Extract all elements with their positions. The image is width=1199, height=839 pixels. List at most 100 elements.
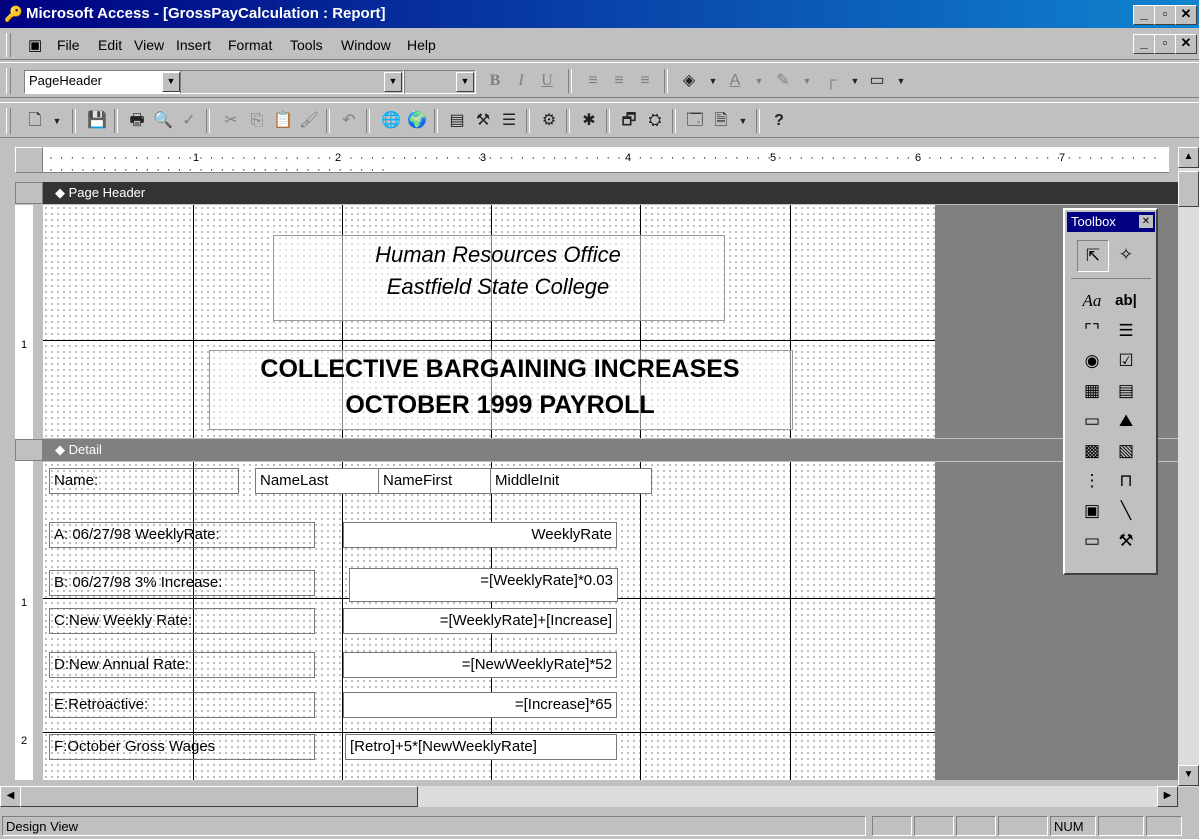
- field-list-icon[interactable]: ▤: [444, 108, 470, 134]
- paste-icon[interactable]: 📋: [270, 108, 296, 134]
- command-button-icon[interactable]: ▭: [1077, 406, 1107, 436]
- vertical-scrollbar[interactable]: ▲ ▼: [1178, 147, 1199, 787]
- copy-icon[interactable]: ⎘: [244, 108, 270, 134]
- menu-format[interactable]: Format: [228, 37, 272, 53]
- font-size-combo[interactable]: ▼: [404, 70, 476, 94]
- section-selector[interactable]: [15, 182, 43, 204]
- ruler-corner[interactable]: [15, 147, 43, 173]
- horizontal-scrollbar[interactable]: ◀ ▶: [0, 786, 1178, 807]
- subform-icon[interactable]: ▣: [1077, 496, 1107, 526]
- underline-icon[interactable]: U: [534, 68, 560, 94]
- text-box-icon[interactable]: ab|: [1111, 286, 1141, 316]
- menu-tools[interactable]: Tools: [290, 37, 323, 53]
- row-b-value[interactable]: =[WeeklyRate]*0.03: [349, 568, 618, 602]
- object-combo[interactable]: PageHeader ▼: [24, 70, 182, 94]
- special-effect-icon[interactable]: ▭: [864, 68, 890, 94]
- autoformat-icon[interactable]: ⚙: [536, 108, 562, 134]
- toolbox-icon[interactable]: ⚒: [470, 108, 496, 134]
- fill-color-icon[interactable]: ◈: [676, 68, 702, 94]
- print-icon[interactable]: 🖶: [124, 108, 150, 134]
- align-center-icon[interactable]: ≡: [606, 68, 632, 94]
- chevron-down-icon[interactable]: ▼: [456, 72, 474, 92]
- label-tool-icon[interactable]: Aa: [1077, 286, 1107, 316]
- report-title-box[interactable]: COLLECTIVE BARGAINING INCREASES OCTOBER …: [209, 350, 793, 430]
- doc-minimize-button[interactable]: _: [1133, 34, 1155, 54]
- row-e-label[interactable]: E:Retroactive:: [49, 692, 315, 718]
- report-doc-icon[interactable]: ▣: [28, 36, 42, 54]
- row-f-value[interactable]: [Retro]+5*[NewWeeklyRate]: [345, 734, 617, 760]
- build-icon[interactable]: ⛭: [642, 108, 668, 134]
- section-selector[interactable]: [15, 439, 43, 461]
- scroll-thumb[interactable]: [20, 786, 418, 807]
- row-f-label[interactable]: F:October Gross Wages: [49, 734, 315, 760]
- sorting-grouping-icon[interactable]: ☰: [496, 108, 522, 134]
- row-b-label[interactable]: B: 06/27/98 3% Increase:: [49, 570, 315, 596]
- chevron-down-icon[interactable]: ▼: [888, 68, 914, 94]
- row-c-label[interactable]: C:New Weekly Rate:: [49, 608, 315, 634]
- bold-icon[interactable]: B: [482, 68, 508, 94]
- select-objects-icon[interactable]: ⇱: [1077, 240, 1109, 272]
- chevron-down-icon[interactable]: ▼: [730, 108, 756, 134]
- scroll-right-icon[interactable]: ▶: [1157, 786, 1178, 807]
- option-group-icon[interactable]: ⌜⌝: [1077, 316, 1107, 346]
- format-painter-icon[interactable]: 🖌: [296, 108, 322, 134]
- page-break-icon[interactable]: ⋮: [1077, 466, 1107, 496]
- font-color-icon[interactable]: A: [722, 68, 748, 94]
- row-a-label[interactable]: A: 06/27/98 WeeklyRate:: [49, 522, 315, 548]
- menu-insert[interactable]: Insert: [176, 37, 211, 53]
- middleinit-field[interactable]: MiddleInit: [490, 468, 652, 494]
- menu-view[interactable]: View: [134, 37, 164, 53]
- detail-section[interactable]: Name: NameLast NameFirst MiddleInit A: 0…: [43, 462, 935, 780]
- row-d-value[interactable]: =[NewWeeklyRate]*52: [343, 652, 617, 678]
- toolbox-palette[interactable]: Toolbox ✕ ⇱ ✧ Aa ab| ⌜⌝ ☰ ◉ ☑ ▦ ▤ ▭ ⛰ ▩ …: [1063, 208, 1158, 575]
- undo-icon[interactable]: ↶: [336, 108, 362, 134]
- detail-band[interactable]: ◆ Detail: [43, 439, 1178, 461]
- chevron-down-icon[interactable]: ▼: [384, 72, 402, 92]
- chevron-down-icon[interactable]: ▼: [794, 68, 820, 94]
- font-combo[interactable]: ▼: [180, 70, 404, 94]
- save-icon[interactable]: 💾: [84, 108, 110, 134]
- more-controls-icon[interactable]: ⚒: [1111, 526, 1141, 556]
- properties-icon[interactable]: 🗗: [616, 108, 642, 134]
- row-a-value[interactable]: WeeklyRate: [343, 522, 617, 548]
- doc-close-button[interactable]: ✕: [1175, 34, 1197, 54]
- align-left-icon[interactable]: ≡: [580, 68, 606, 94]
- line-icon[interactable]: ╲: [1111, 496, 1141, 526]
- chevron-down-icon[interactable]: ▼: [162, 72, 180, 92]
- page-header-section[interactable]: Human Resources Office Eastfield State C…: [43, 205, 935, 438]
- menu-help[interactable]: Help: [407, 37, 436, 53]
- menu-grip[interactable]: [6, 33, 11, 57]
- scroll-left-icon[interactable]: ◀: [0, 786, 21, 807]
- name-label[interactable]: Name:: [49, 468, 239, 494]
- rectangle-icon[interactable]: ▭: [1077, 526, 1107, 556]
- namelast-field[interactable]: NameLast: [255, 468, 380, 494]
- toolbar-grip[interactable]: [6, 108, 11, 134]
- menu-file[interactable]: File: [57, 37, 80, 53]
- bound-object-frame-icon[interactable]: ▧: [1111, 436, 1141, 466]
- list-box-icon[interactable]: ▤: [1111, 376, 1141, 406]
- align-right-icon[interactable]: ≡: [632, 68, 658, 94]
- check-box-icon[interactable]: ☑: [1111, 346, 1141, 376]
- print-preview-icon[interactable]: 🔍: [150, 108, 176, 134]
- image-icon[interactable]: ⛰: [1111, 406, 1141, 436]
- cut-icon[interactable]: ✂: [218, 108, 244, 134]
- database-window-icon[interactable]: 🗔: [682, 108, 708, 134]
- chevron-down-icon[interactable]: ▼: [746, 68, 772, 94]
- chevron-down-icon[interactable]: ▼: [44, 108, 70, 134]
- web-toolbar-icon[interactable]: 🌍: [404, 108, 430, 134]
- code-icon[interactable]: ✱: [576, 108, 602, 134]
- maximize-button[interactable]: ▫: [1154, 5, 1176, 25]
- combo-box-icon[interactable]: ▦: [1077, 376, 1107, 406]
- page-header-band[interactable]: ◆ Page Header: [43, 182, 1178, 204]
- insert-hyperlink-icon[interactable]: 🌐: [378, 108, 404, 134]
- toolbar-grip[interactable]: [6, 68, 11, 94]
- scroll-down-icon[interactable]: ▼: [1178, 765, 1199, 786]
- control-wizards-icon[interactable]: ✧: [1111, 240, 1141, 270]
- spelling-icon[interactable]: ✓: [176, 108, 202, 134]
- toggle-button-icon[interactable]: ☰: [1111, 316, 1141, 346]
- help-icon[interactable]: ?: [766, 108, 792, 134]
- namefirst-field[interactable]: NameFirst: [378, 468, 493, 494]
- row-d-label[interactable]: D:New Annual Rate:: [49, 652, 315, 678]
- tab-control-icon[interactable]: ⊓: [1111, 466, 1141, 496]
- option-button-icon[interactable]: ◉: [1077, 346, 1107, 376]
